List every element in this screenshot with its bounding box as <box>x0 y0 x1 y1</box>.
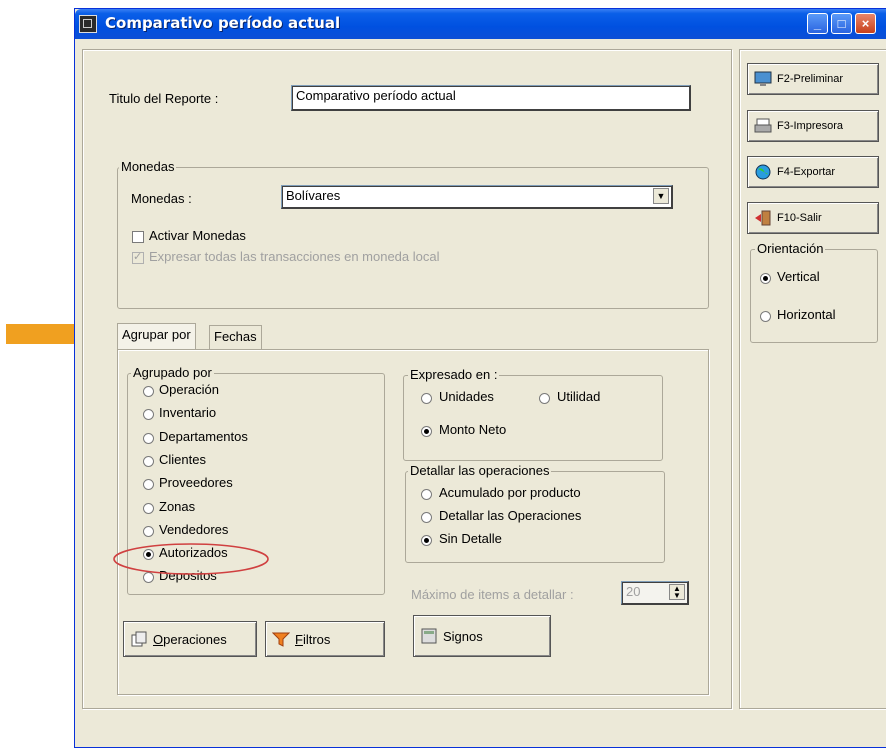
agrupado-option-label: Vendedores <box>159 522 229 537</box>
preliminar-button[interactable]: F2-Preliminar <box>747 63 879 95</box>
expresado-group <box>403 375 663 461</box>
filtros-button[interactable]: Filtros <box>265 621 385 657</box>
agrupado-option-label: Clientes <box>159 452 206 467</box>
expresado-label: Expresado en : <box>408 367 500 382</box>
main-window: Comparativo período actual _ □ × Titulo … <box>74 8 886 748</box>
chevron-down-icon[interactable]: ▼ <box>653 188 669 204</box>
exportar-button[interactable]: F4-Exportar <box>747 156 879 188</box>
expresar-label: Expresar todas las transacciones en mone… <box>149 249 440 264</box>
exportar-label: F4-Exportar <box>777 166 836 178</box>
horizontal-radio[interactable] <box>760 311 771 322</box>
detallar-ops-label: Detallar las Operaciones <box>439 508 582 523</box>
maximo-label: Máximo de items a detallar : <box>411 587 574 602</box>
unidades-label: Unidades <box>439 389 494 404</box>
agrupado-radio[interactable] <box>143 409 154 420</box>
close-button[interactable]: × <box>855 13 876 34</box>
agrupado-option-label: Zonas <box>159 499 196 514</box>
monto-neto-label: Monto Neto <box>439 422 507 437</box>
agrupado-option-label: Inventario <box>159 405 217 420</box>
vertical-radio[interactable] <box>760 273 771 284</box>
utilidad-label: Utilidad <box>557 389 601 404</box>
maximize-icon: □ <box>837 16 846 31</box>
activar-monedas-label: Activar Monedas <box>149 228 246 243</box>
spinner-arrows-icon[interactable]: ▲ ▼ <box>669 584 685 600</box>
horizontal-label: Horizontal <box>777 307 836 322</box>
utilidad-radio[interactable] <box>539 393 550 404</box>
agrupado-option-label: Proveedores <box>159 475 233 490</box>
activar-monedas-checkbox[interactable] <box>132 231 144 243</box>
exit-door-icon <box>755 210 771 226</box>
monedas-selected: Bolívares <box>286 188 341 203</box>
filtros-label: Filtros <box>295 631 331 647</box>
orientacion-label: Orientación <box>755 241 826 256</box>
side-panel <box>739 49 886 709</box>
agrupado-radio[interactable] <box>143 503 154 514</box>
sin-detalle-radio[interactable] <box>421 535 432 546</box>
maximo-value: 20 <box>626 584 641 599</box>
window-title: Comparativo período actual <box>105 14 341 32</box>
vertical-label: Vertical <box>777 269 820 284</box>
report-title-label: Titulo del Reporte : <box>109 91 219 106</box>
operaciones-button[interactable]: Operaciones <box>123 621 257 657</box>
highlight-ellipse-icon <box>113 543 269 575</box>
agrupado-radio[interactable] <box>143 479 154 490</box>
monto-neto-radio[interactable] <box>421 426 432 437</box>
impresora-label: F3-Impresora <box>777 120 844 132</box>
tab-agrupar-por[interactable]: Agrupar por <box>117 323 196 349</box>
signos-label: Signos <box>443 628 483 644</box>
agrupado-option-label: Departamentos <box>159 429 248 444</box>
maximize-button[interactable]: □ <box>831 13 852 34</box>
operaciones-label: Operaciones <box>153 631 227 647</box>
preliminar-label: F2-Preliminar <box>777 73 844 85</box>
report-title-input[interactable]: Comparativo período actual <box>291 85 691 111</box>
agrupado-label: Agrupado por <box>131 365 214 380</box>
title-bar: Comparativo período actual _ □ × <box>75 9 886 39</box>
orientacion-group <box>750 249 878 343</box>
printer-icon <box>754 118 772 133</box>
unidades-radio[interactable] <box>421 393 432 404</box>
agrupado-option-label: Operación <box>159 382 219 397</box>
signos-button[interactable]: Signos <box>413 615 551 657</box>
agrupado-radio[interactable] <box>143 386 154 397</box>
agrupado-radio[interactable] <box>143 433 154 444</box>
tab-fechas[interactable]: Fechas <box>209 325 262 349</box>
agrupado-radio[interactable] <box>143 456 154 467</box>
monedas-combobox[interactable]: Bolívares ▼ <box>281 185 673 209</box>
calculator-icon <box>421 628 437 644</box>
salir-button[interactable]: F10-Salir <box>747 202 879 234</box>
monedas-label: Monedas : <box>131 191 192 206</box>
globe-icon <box>755 164 771 180</box>
acumulado-radio[interactable] <box>421 489 432 500</box>
minimize-button[interactable]: _ <box>807 13 828 34</box>
salir-label: F10-Salir <box>777 212 822 224</box>
minimize-icon: _ <box>813 16 822 31</box>
impresora-button[interactable]: F3-Impresora <box>747 110 879 142</box>
sin-detalle-label: Sin Detalle <box>439 531 502 546</box>
agrupado-radio[interactable] <box>143 526 154 537</box>
acumulado-label: Acumulado por producto <box>439 485 581 500</box>
documents-icon <box>131 631 147 647</box>
detallar-label: Detallar las operaciones <box>408 463 552 478</box>
app-icon <box>79 15 97 33</box>
detallar-ops-radio[interactable] <box>421 512 432 523</box>
expresar-checkbox[interactable] <box>132 250 144 264</box>
close-icon: × <box>861 16 870 31</box>
monedas-group-label: Monedas <box>119 159 177 174</box>
monitor-icon <box>754 71 772 86</box>
maximo-spinner[interactable]: 20 ▲ ▼ <box>621 581 689 605</box>
funnel-icon <box>272 632 290 647</box>
